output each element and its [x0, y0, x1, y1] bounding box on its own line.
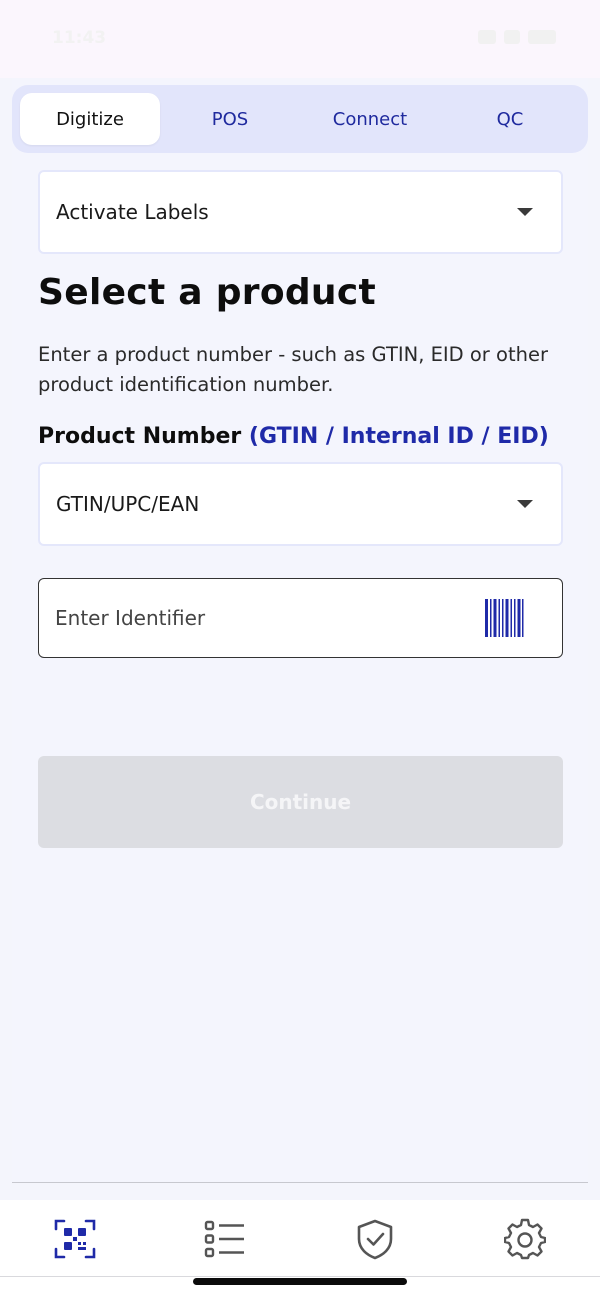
tab-pos[interactable]: POS: [160, 93, 300, 145]
status-bar: 11:43: [0, 0, 600, 78]
tab-qc[interactable]: QC: [440, 93, 580, 145]
status-time: 11:43: [52, 28, 107, 48]
nav-list[interactable]: [204, 1218, 246, 1260]
product-number-hint: (GTIN / Internal ID / EID): [248, 424, 549, 449]
page-description: Enter a product number - such as GTIN, E…: [38, 343, 548, 396]
tab-digitize[interactable]: Digitize: [20, 93, 160, 145]
identifier-field: [38, 578, 563, 658]
barcode-scan-icon[interactable]: [484, 599, 524, 637]
gear-icon: [503, 1218, 547, 1260]
mode-dropdown-value: Activate Labels: [56, 200, 209, 224]
bottom-divider: [12, 1182, 588, 1183]
product-number-label: Product Number (GTIN / Internal ID / EID…: [38, 424, 549, 449]
identifier-input[interactable]: [39, 579, 479, 656]
mode-dropdown[interactable]: Activate Labels: [38, 170, 563, 254]
bottom-nav: [0, 1200, 600, 1276]
status-icons: [478, 30, 556, 44]
tab-connect[interactable]: Connect: [300, 93, 440, 145]
page-title: Select a product: [38, 272, 377, 313]
battery-icon: [528, 30, 556, 44]
identifier-type-value: GTIN/UPC/EAN: [56, 492, 200, 516]
home-indicator: [193, 1278, 407, 1285]
chevron-down-icon: [517, 208, 533, 216]
nav-settings[interactable]: [503, 1218, 547, 1260]
identifier-type-dropdown[interactable]: GTIN/UPC/EAN: [38, 462, 563, 546]
shield-check-icon: [357, 1219, 393, 1260]
product-number-label-text: Product Number: [38, 424, 242, 449]
chevron-down-icon: [517, 500, 533, 508]
continue-button[interactable]: Continue: [38, 756, 563, 848]
nav-verify[interactable]: [354, 1218, 396, 1260]
tab-bar: Digitize POS Connect QC: [12, 85, 588, 153]
nav-rule: [0, 1276, 600, 1277]
wifi-icon: [504, 30, 520, 44]
list-icon: [204, 1220, 244, 1258]
qr-scan-icon: [54, 1219, 96, 1259]
signal-icon: [478, 30, 496, 44]
nav-scan[interactable]: [54, 1218, 96, 1260]
